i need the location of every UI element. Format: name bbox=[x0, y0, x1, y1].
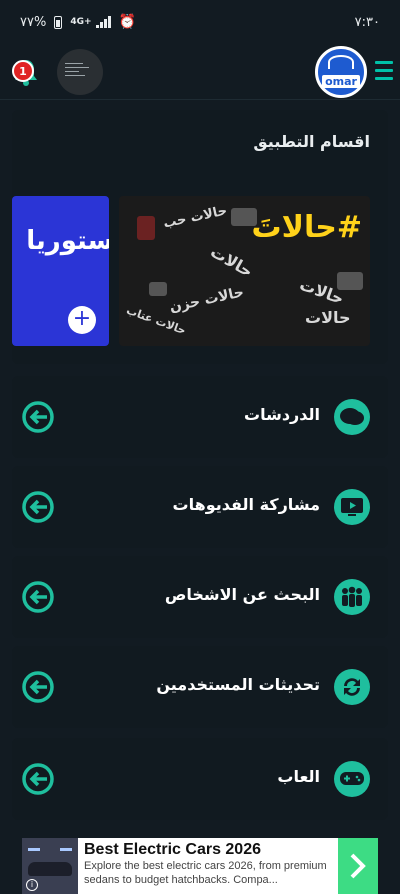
chat-bubble-icon bbox=[337, 272, 363, 290]
statuses-word: حالات حزن bbox=[168, 284, 246, 316]
phone-icon bbox=[137, 216, 155, 240]
feature-row-games[interactable]: العاب bbox=[12, 738, 388, 820]
refresh-icon bbox=[334, 669, 370, 705]
people-group-icon bbox=[334, 579, 370, 615]
enter-arrow-icon bbox=[22, 491, 54, 523]
ad-info-icon[interactable]: i bbox=[26, 879, 38, 891]
chat-bubble-icon bbox=[149, 282, 167, 296]
enter-arrow-icon bbox=[22, 581, 54, 613]
chat-bubbles-icon bbox=[334, 399, 370, 435]
ad-banner[interactable]: i Best Electric Cars 2026 Explore the be… bbox=[22, 838, 378, 894]
statuses-word: حالات bbox=[305, 308, 351, 327]
stories-card[interactable]: #ستوريا + bbox=[12, 196, 109, 346]
ad-image: i bbox=[22, 838, 78, 894]
enter-arrow-icon bbox=[22, 671, 54, 703]
feature-row-people-search[interactable]: البحث عن الاشخاص bbox=[12, 556, 388, 638]
feature-label: العاب bbox=[277, 767, 320, 786]
feature-row-video-sharing[interactable]: مشاركة الفديوهات bbox=[12, 466, 388, 548]
ad-title: Best Electric Cars 2026 bbox=[84, 841, 261, 858]
avatar[interactable] bbox=[57, 49, 103, 95]
feature-label: الدردشات bbox=[244, 405, 320, 424]
enter-arrow-icon bbox=[22, 401, 54, 433]
stories-headline: #ستوريا bbox=[26, 226, 109, 256]
feature-row-user-updates[interactable]: تحديثات المستخدمين bbox=[12, 646, 388, 728]
logo-text: omar bbox=[322, 74, 360, 88]
clock: ٧:٣٠ bbox=[354, 14, 380, 30]
menu-icon[interactable] bbox=[375, 61, 393, 81]
statuses-word: حالات حب bbox=[162, 203, 229, 232]
video-play-icon bbox=[334, 489, 370, 525]
battery-icon bbox=[54, 15, 63, 29]
feature-label: تحديثات المستخدمين bbox=[156, 675, 320, 694]
app-bar: 1 omar bbox=[0, 44, 400, 100]
notification-badge: 1 bbox=[12, 60, 34, 82]
statuses-card[interactable]: #حالاتَ حالات حب حالات حالات حزن حالات ع… bbox=[119, 196, 370, 346]
ad-description: Explore the best electric cars 2026, fro… bbox=[84, 860, 327, 886]
notification-bell-button[interactable]: 1 bbox=[10, 56, 42, 88]
chat-bubble-icon bbox=[231, 208, 257, 226]
plus-icon: + bbox=[68, 306, 96, 334]
feature-label: البحث عن الاشخاص bbox=[164, 585, 320, 604]
statuses-word: حالات bbox=[207, 241, 257, 282]
status-icons: ٧٧% 4G+ ⏰ bbox=[20, 14, 136, 30]
feature-label: مشاركة الفديوهات bbox=[172, 495, 320, 514]
alarm-icon: ⏰ bbox=[118, 14, 136, 30]
statuses-headline: #حالاتَ bbox=[251, 210, 362, 245]
network-type: 4G+ bbox=[70, 17, 92, 27]
battery-percent: ٧٧% bbox=[20, 14, 47, 30]
feature-row-chats[interactable]: الدردشات bbox=[12, 376, 388, 458]
chevron-right-icon bbox=[350, 853, 366, 879]
signal-icon bbox=[95, 16, 111, 28]
gamepad-icon bbox=[334, 761, 370, 797]
ad-open-button[interactable] bbox=[338, 838, 378, 894]
status-bar: ٧٧% 4G+ ⏰ ٧:٣٠ bbox=[0, 0, 400, 44]
app-logo: omar bbox=[315, 46, 367, 98]
app-sections-card: اقسام التطبيق #حالاتَ حالات حب حالات حال… bbox=[12, 110, 388, 364]
enter-arrow-icon bbox=[22, 763, 54, 795]
sections-title: اقسام التطبيق bbox=[253, 132, 370, 151]
